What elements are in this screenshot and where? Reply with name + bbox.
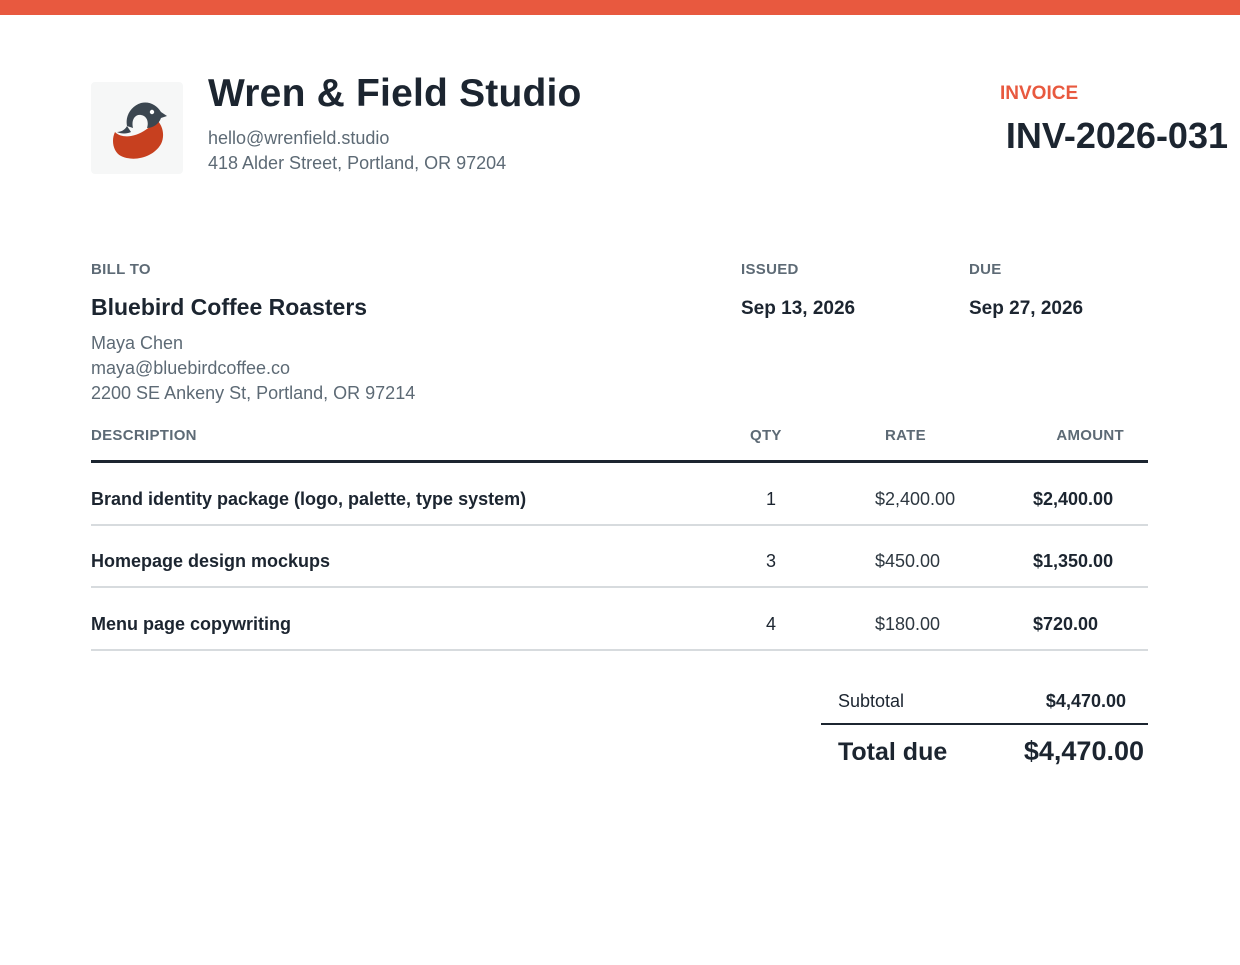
table-row: Homepage design mockups 3 $450.00 $1,350… [91, 525, 1148, 588]
column-header-qty: QTY [750, 427, 782, 444]
invoice-number: INV-2026-031 [1005, 115, 1228, 156]
bill-to-label: BILL TO [91, 261, 151, 278]
line-item-amount: $1,350.00 [1033, 551, 1114, 571]
subtotal-value: $4,470.00 [1045, 691, 1126, 711]
table-row: Brand identity package (logo, palette, t… [91, 463, 1148, 526]
column-header-amount: AMOUNT [1056, 427, 1124, 444]
total-due-value: $4,470.00 [1023, 736, 1144, 766]
line-item-description: Homepage design mockups [91, 551, 331, 571]
line-item-rate: $2,400.00 [875, 489, 956, 509]
accent-bar [0, 0, 1240, 15]
line-item-description: Menu page copywriting [91, 614, 292, 634]
column-header-rate: RATE [885, 427, 926, 444]
studio-email: hello@wrenfield.studio [208, 128, 390, 148]
studio-address: 418 Alder Street, Portland, OR 97204 [208, 153, 507, 173]
total-due-label: Total due [838, 738, 948, 766]
table-row: Menu page copywriting 4 $180.00 $720.00 [91, 588, 1148, 651]
line-item-qty: 1 [765, 489, 776, 509]
issued-label: ISSUED [741, 261, 799, 278]
studio-name: Wren & Field Studio [208, 72, 582, 115]
due-label: DUE [969, 261, 1002, 278]
due-date: Sep 27, 2026 [969, 298, 1084, 319]
line-item-amount: $720.00 [1033, 614, 1099, 634]
total-rule [821, 723, 1148, 725]
line-item-qty: 4 [765, 614, 776, 634]
line-item-amount: $2,400.00 [1033, 489, 1114, 509]
client-contact: Maya Chen [91, 333, 184, 353]
invoice-label: INVOICE [1000, 83, 1079, 104]
column-header-description: DESCRIPTION [91, 427, 197, 444]
client-email: maya@bluebirdcoffee.co [91, 358, 291, 378]
subtotal-label: Subtotal [838, 691, 905, 711]
issued-date: Sep 13, 2026 [741, 298, 856, 319]
line-item-rate: $180.00 [875, 614, 941, 634]
wren-bird-icon [113, 102, 167, 159]
line-item-rate: $450.00 [875, 551, 941, 571]
client-address: 2200 SE Ankeny St, Portland, OR 97214 [91, 383, 416, 403]
line-item-qty: 3 [765, 551, 776, 571]
client-name: Bluebird Coffee Roasters [91, 294, 368, 320]
studio-logo [91, 82, 183, 174]
line-item-description: Brand identity package (logo, palette, t… [91, 489, 527, 509]
